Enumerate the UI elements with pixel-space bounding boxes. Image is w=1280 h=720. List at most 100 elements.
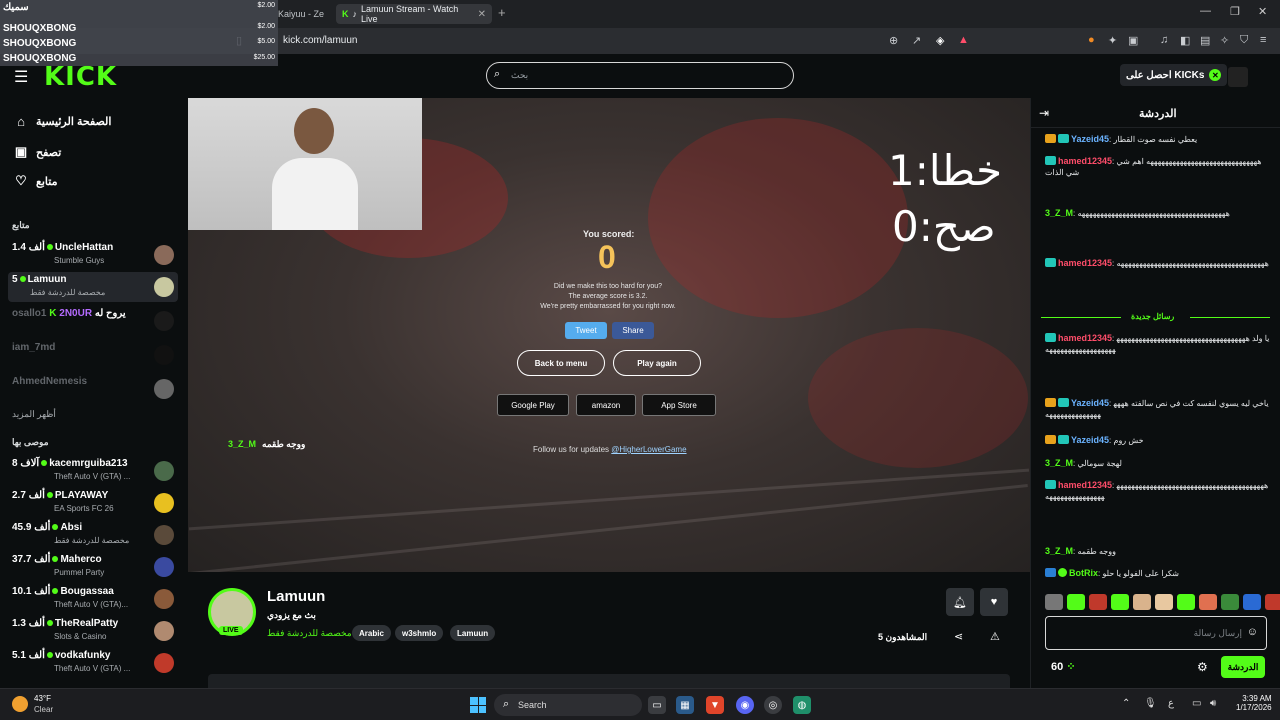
gear-icon[interactable]: ⚙ xyxy=(1197,660,1208,674)
nav-following[interactable]: ♡ متابع xyxy=(14,173,57,189)
leo-icon[interactable]: ✧ xyxy=(1220,34,1229,47)
chat-username[interactable]: hamed12345 xyxy=(1058,333,1112,343)
wallet-icon[interactable]: ▤ xyxy=(1200,34,1210,47)
chat-username[interactable]: Yazeid45 xyxy=(1071,134,1109,144)
maximize-icon[interactable]: ❐ xyxy=(1230,5,1240,18)
donor-name: SHOUQXBONG xyxy=(3,23,77,34)
webcam-person-body xyxy=(272,158,358,230)
brave-browser-icon[interactable]: ▼ xyxy=(706,696,724,714)
nav-browse[interactable]: ▣ تصفح xyxy=(14,144,61,160)
subscriber-badge-icon xyxy=(1058,134,1069,143)
chat-username[interactable]: Yazeid45 xyxy=(1071,435,1109,445)
discord-icon[interactable]: ◉ xyxy=(736,696,754,714)
channel-item[interactable]: 5.1 ألف vodkafunky Theft Auto V (GTA) ... xyxy=(8,648,178,678)
collapse-chat-icon[interactable]: ⇥ xyxy=(1039,106,1049,120)
emote-icon[interactable] xyxy=(1045,594,1063,610)
channel-item[interactable]: 45.9 ألف Absi مخصصة للدردشة فقط xyxy=(8,520,178,550)
system-clock[interactable]: 3:39 AM 1/17/2026 xyxy=(1236,694,1272,712)
channel-item[interactable]: 2.7 ألف PLAYAWAY EA Sports FC 26 xyxy=(8,488,178,518)
brave-rewards-icon[interactable]: ▲ xyxy=(958,34,969,46)
channel-item[interactable]: 10.1 ألف Bougassaa Theft Auto V (GTA)... xyxy=(8,584,178,614)
steam-icon[interactable]: ◎ xyxy=(764,696,782,714)
url-field[interactable]: kick.com/lamuun xyxy=(283,35,357,46)
tab-kaiyuu[interactable]: Kaiyuu - Ze xyxy=(272,4,332,24)
amazon-badge: amazon xyxy=(576,394,636,416)
calculator-icon[interactable]: ▦ xyxy=(676,696,694,714)
hamburger-menu-icon[interactable]: ☰ xyxy=(14,67,28,87)
close-tab-icon[interactable]: ✕ xyxy=(478,9,486,20)
kick-favicon-icon: K xyxy=(342,9,349,19)
emote-icon[interactable] xyxy=(1089,594,1107,610)
channel-item[interactable]: 37.7 ألف Maherco Pummel Party xyxy=(8,552,178,582)
share-icon[interactable]: ⋖ xyxy=(954,630,963,643)
chat-username[interactable]: Yazeid45 xyxy=(1071,398,1109,408)
search-box[interactable]: ⌕ بحث xyxy=(486,62,794,89)
channel-item[interactable]: 5 Lamuun مخصصة للدردشة فقط xyxy=(8,272,178,302)
channel-item[interactable]: AhmedNemesis xyxy=(8,374,178,404)
emote-icon[interactable] xyxy=(1133,594,1151,610)
windows-start-icon[interactable] xyxy=(470,697,486,713)
vpn-icon[interactable]: ⛉ xyxy=(1240,34,1248,47)
tag-chip[interactable]: Arabic xyxy=(352,625,391,641)
chat-username[interactable]: 3_Z_M xyxy=(1045,458,1073,468)
kick-logo[interactable]: KICK xyxy=(44,62,117,92)
emote-icon[interactable] xyxy=(1199,594,1217,610)
emote-icon[interactable] xyxy=(1177,594,1195,610)
channel-item[interactable]: iam_7md xyxy=(8,340,178,370)
emote-icon[interactable] xyxy=(1243,594,1261,610)
network-icon[interactable]: ▭ xyxy=(1192,698,1201,709)
show-more-link[interactable]: أظهر المزيد xyxy=(12,409,56,420)
chat-username[interactable]: hamed12345 xyxy=(1058,258,1112,268)
chat-username[interactable]: hamed12345 xyxy=(1058,156,1112,166)
tag-chip[interactable]: w3shmlo xyxy=(395,625,444,641)
nav-home[interactable]: ⌂ الصفحة الرئيسية xyxy=(14,114,111,129)
chat-input[interactable]: إرسال رسالة ☺ xyxy=(1045,616,1267,650)
task-view-icon[interactable]: ▭ xyxy=(648,696,666,714)
language-indicator[interactable]: ع xyxy=(1168,698,1174,709)
whatsapp-icon[interactable]: ◍ xyxy=(793,696,811,714)
emoji-picker-icon[interactable]: ☺ xyxy=(1247,626,1258,638)
channel-item[interactable]: 1.4 ألف UncleHattan Stumble Guys xyxy=(8,240,178,270)
chat-username[interactable]: 3_Z_M xyxy=(1045,208,1073,218)
channel-item[interactable]: 8 آلاف kacemrguiba213 Theft Auto V (GTA) … xyxy=(8,456,178,486)
emote-icon[interactable] xyxy=(1221,594,1239,610)
taskbar-search[interactable]: ⌕ Search xyxy=(494,694,642,716)
tray-chevron-icon[interactable]: ⌃ xyxy=(1122,698,1130,709)
emote-icon[interactable] xyxy=(1265,594,1280,610)
tab-lamuun[interactable]: K ♪ Lamuun Stream - Watch Live ✕ xyxy=(336,4,492,24)
close-window-icon[interactable]: ✕ xyxy=(1258,5,1267,18)
follow-handle: @HigherLowerGame xyxy=(611,445,687,454)
channel-item[interactable]: 1.3 ألف TheRealPatty Slots & Casino xyxy=(8,616,178,646)
media-icon[interactable]: ♫ xyxy=(1160,34,1168,46)
microphone-icon[interactable]: 🎙︎ xyxy=(1144,698,1157,709)
tag-chip[interactable]: Lamuun xyxy=(450,625,496,641)
emote-icon[interactable] xyxy=(1067,594,1085,610)
channel-points[interactable]: 60 ⁘ xyxy=(1051,660,1076,673)
puzzle-icon[interactable]: ✦ xyxy=(1108,34,1117,47)
user-avatar[interactable] xyxy=(1228,67,1248,87)
stream-category-link[interactable]: مخصصة للدردشة فقط xyxy=(267,628,352,639)
channel-item[interactable]: osallo1 K 2N0UR يروح له xyxy=(8,306,178,336)
follow-heart-button[interactable]: ♥ xyxy=(980,588,1008,616)
brave-shield-icon[interactable]: ◈ xyxy=(936,34,944,47)
get-kicks-button[interactable]: احصل على KICKs ✕ xyxy=(1120,64,1228,86)
send-chat-button[interactable]: الدردشة xyxy=(1221,656,1265,678)
menu-icon[interactable]: ≡ xyxy=(1260,34,1266,46)
volume-icon[interactable]: 🔊︎ xyxy=(1210,698,1216,709)
screenshot-icon[interactable]: ▣ xyxy=(1128,34,1138,47)
extension-icon[interactable]: ● xyxy=(1088,34,1095,46)
chat-username[interactable]: 3_Z_M xyxy=(1045,546,1073,556)
streamer-name[interactable]: Lamuun xyxy=(267,588,325,605)
minimize-icon[interactable]: — xyxy=(1200,5,1211,17)
report-icon[interactable]: ⚠ xyxy=(990,630,1000,643)
share-page-icon[interactable]: ↗ xyxy=(912,34,921,47)
sidebar-icon[interactable]: ◧ xyxy=(1180,34,1190,47)
notification-bell-button[interactable]: 🔔︎ xyxy=(946,588,974,616)
video-player[interactable]: خطا:1 صح:0 You scored: 0 Did we make thi… xyxy=(188,98,1030,572)
chat-username[interactable]: hamed12345 xyxy=(1058,480,1112,490)
chat-username[interactable]: BotRix xyxy=(1069,568,1098,578)
new-tab-icon[interactable]: + xyxy=(498,5,506,20)
emote-icon[interactable] xyxy=(1155,594,1173,610)
emote-icon[interactable] xyxy=(1111,594,1129,610)
zoom-icon[interactable]: ⊕ xyxy=(889,34,898,47)
